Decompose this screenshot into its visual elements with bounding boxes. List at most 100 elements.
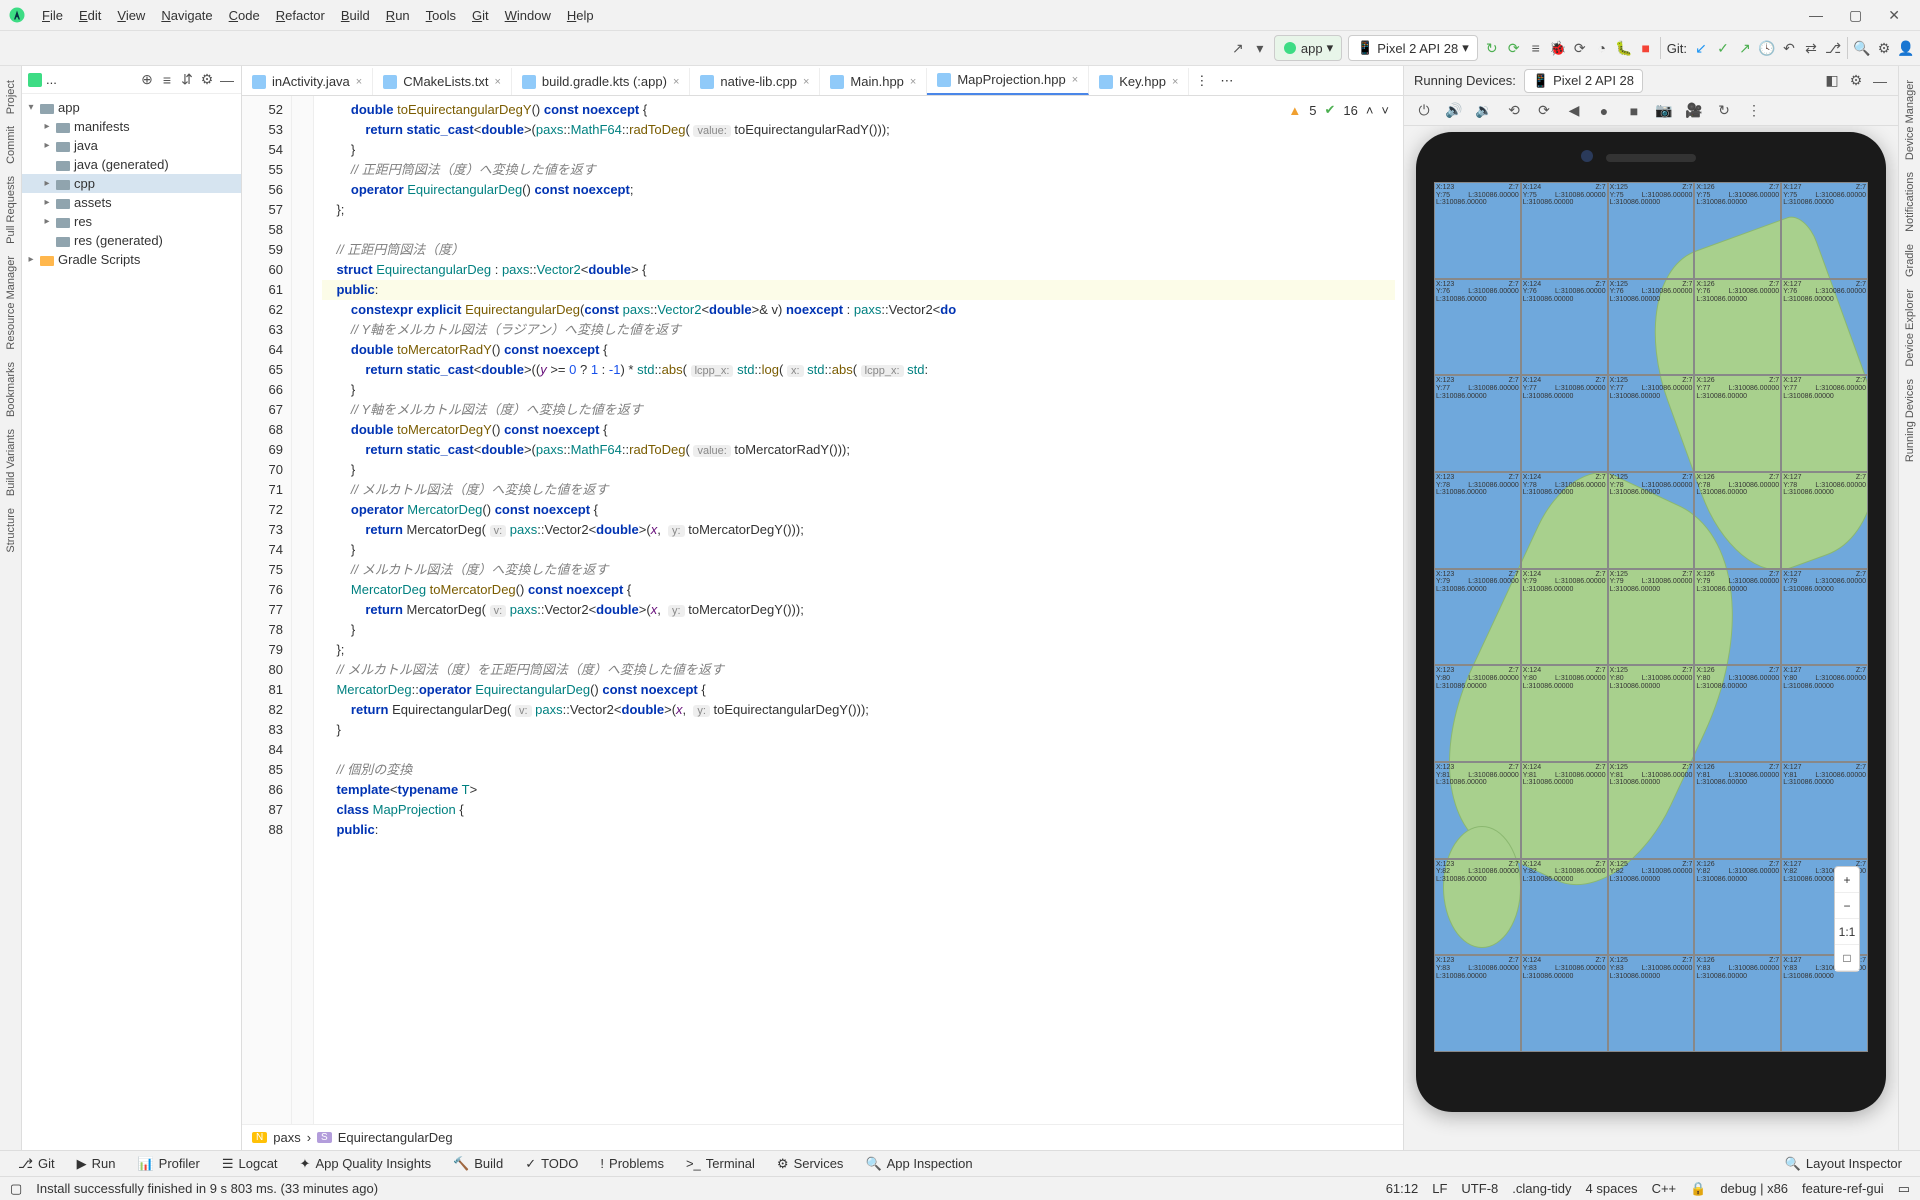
back-icon[interactable]: ◀ — [1566, 103, 1582, 119]
dropdown-icon[interactable]: ▾ — [1252, 40, 1268, 56]
sync-icon[interactable]: ↗ — [1230, 40, 1246, 56]
record-icon[interactable]: 🎥 — [1686, 103, 1702, 119]
left-tab-build-variants[interactable]: Build Variants — [3, 423, 19, 502]
right-tab-device-manager[interactable]: Device Manager — [1902, 74, 1918, 166]
right-tab-running-devices[interactable]: Running Devices — [1902, 373, 1918, 468]
inspection-widget[interactable]: ▲5 ✔16 ˄ ˅ — [1282, 100, 1395, 120]
git-commit-icon[interactable]: ✓ — [1715, 40, 1731, 56]
screenshot-icon[interactable]: 📷 — [1656, 103, 1672, 119]
bottom-tab-services[interactable]: ⚙Services — [767, 1153, 854, 1175]
overview-icon[interactable]: ■ — [1626, 103, 1642, 119]
menu-code[interactable]: Code — [221, 4, 268, 27]
window-icon[interactable]: ◧ — [1824, 73, 1840, 89]
window-minimize[interactable]: — — [1797, 1, 1835, 29]
rollback-icon[interactable]: ↶ — [1781, 40, 1797, 56]
run-config-selector[interactable]: app ▾ — [1274, 35, 1342, 61]
right-tab-notifications[interactable]: Notifications — [1902, 166, 1918, 238]
rotate-right-icon[interactable]: ⟳ — [1536, 103, 1552, 119]
menu-git[interactable]: Git — [464, 4, 497, 27]
bottom-tab-build[interactable]: 🔨Build — [443, 1153, 513, 1175]
editor-tab-key-hpp[interactable]: Key.hpp× — [1089, 68, 1189, 95]
window-maximize[interactable]: ▢ — [1837, 1, 1874, 30]
line-ending[interactable]: LF — [1432, 1181, 1447, 1196]
editor-tab-inactivity-java[interactable]: inActivity.java× — [242, 68, 373, 95]
settings-icon[interactable]: ⚙ — [1876, 40, 1892, 56]
rotate-left-icon[interactable]: ⟲ — [1506, 103, 1522, 119]
bottom-tab-run[interactable]: ▶Run — [67, 1153, 126, 1175]
language[interactable]: C++ — [1652, 1181, 1677, 1196]
editor-tab-main-hpp[interactable]: Main.hpp× — [820, 68, 927, 95]
account-icon[interactable]: 👤 — [1898, 40, 1914, 56]
volume-down-icon[interactable]: 🔉 — [1476, 103, 1492, 119]
menu-run[interactable]: Run — [378, 4, 418, 27]
bottom-tab-logcat[interactable]: ☰Logcat — [212, 1153, 288, 1175]
left-tab-structure[interactable]: Structure — [3, 502, 19, 559]
encoding[interactable]: UTF-8 — [1461, 1181, 1498, 1196]
stop-button[interactable]: ■ — [1638, 40, 1654, 56]
device-selector[interactable]: 📱 Pixel 2 API 28 ▾ — [1348, 35, 1478, 61]
reload-icon[interactable]: ↻ — [1716, 103, 1732, 119]
close-icon[interactable]: × — [803, 76, 809, 88]
menu-edit[interactable]: Edit — [71, 4, 109, 27]
tree-item-manifests[interactable]: ▸manifests — [22, 117, 241, 136]
bottom-tab-git[interactable]: ⎇Git — [8, 1153, 65, 1175]
bottom-tab-profiler[interactable]: 📊Profiler — [127, 1153, 209, 1175]
tree-item-assets[interactable]: ▸assets — [22, 193, 241, 212]
breadcrumb[interactable]: N paxs › S EquirectangularDeg — [242, 1124, 1403, 1150]
left-tab-resource-manager[interactable]: Resource Manager — [3, 250, 19, 356]
tree-item-cpp[interactable]: ▸cpp — [22, 174, 241, 193]
bottom-tab-terminal[interactable]: >_Terminal — [676, 1153, 765, 1175]
debug-button[interactable]: 🐞 — [1550, 40, 1566, 56]
menu-window[interactable]: Window — [497, 4, 559, 27]
history-icon[interactable]: 🕓 — [1759, 40, 1775, 56]
tree-item-java-generated-[interactable]: java (generated) — [22, 155, 241, 174]
close-icon[interactable]: × — [1172, 76, 1178, 88]
branches-icon[interactable]: ⎇ — [1825, 40, 1841, 56]
menu-file[interactable]: File — [34, 4, 71, 27]
tree-item-res[interactable]: ▸res — [22, 212, 241, 231]
power-icon[interactable]: ⏻ — [1416, 103, 1432, 119]
right-tab-gradle[interactable]: Gradle — [1902, 238, 1918, 283]
git-update-icon[interactable]: ↙ — [1693, 40, 1709, 56]
bottom-tab-app-inspection[interactable]: 🔍App Inspection — [855, 1153, 982, 1175]
chevron-down-icon[interactable]: ˅ — [1381, 103, 1389, 118]
menu-tools[interactable]: Tools — [418, 4, 464, 27]
editor-tab-native-lib-cpp[interactable]: native-lib.cpp× — [690, 68, 820, 95]
zoom-fit-button[interactable]: □ — [1835, 945, 1859, 971]
zoom-reset-button[interactable]: 1:1 — [1835, 919, 1859, 945]
menu-navigate[interactable]: Navigate — [153, 4, 220, 27]
git-push-icon[interactable]: ↗ — [1737, 40, 1753, 56]
tree-item-java[interactable]: ▸java — [22, 136, 241, 155]
left-tab-bookmarks[interactable]: Bookmarks — [3, 356, 19, 423]
attach-debugger-icon[interactable]: ≡ — [1528, 40, 1544, 56]
indent[interactable]: 4 spaces — [1586, 1181, 1638, 1196]
close-icon[interactable]: × — [673, 76, 679, 88]
editor-tab-cmakelists-txt[interactable]: CMakeLists.txt× — [373, 68, 512, 95]
volume-up-icon[interactable]: 🔊 — [1446, 103, 1462, 119]
menu-view[interactable]: View — [109, 4, 153, 27]
right-tab-device-explorer[interactable]: Device Explorer — [1902, 283, 1918, 373]
tree-item-gradle-scripts[interactable]: ▸Gradle Scripts — [22, 250, 241, 269]
breadcrumb-struct[interactable]: EquirectangularDeg — [338, 1130, 453, 1145]
bottom-tab-app-quality-insights[interactable]: ✦App Quality Insights — [290, 1153, 442, 1175]
editor-tab-mapprojection-hpp[interactable]: MapProjection.hpp× — [927, 66, 1089, 95]
left-tab-commit[interactable]: Commit — [3, 120, 19, 170]
bottom-tab-problems[interactable]: !Problems — [590, 1153, 674, 1175]
menu-help[interactable]: Help — [559, 4, 602, 27]
bottom-tab-todo[interactable]: ✓TODO — [515, 1153, 588, 1175]
tabs-options[interactable]: ⋯ — [1214, 67, 1239, 95]
cursor-position[interactable]: 61:12 — [1386, 1181, 1419, 1196]
menu-build[interactable]: Build — [333, 4, 378, 27]
lint-profile[interactable]: .clang-tidy — [1512, 1181, 1571, 1196]
memory-indicator[interactable]: ▭ — [1898, 1181, 1910, 1197]
coverage-icon[interactable]: ⟳ — [1572, 40, 1588, 56]
tree-item-res-generated-[interactable]: res (generated) — [22, 231, 241, 250]
settings-icon[interactable]: ⚙ — [1848, 73, 1864, 89]
close-icon[interactable]: × — [356, 76, 362, 88]
layout-inspector-tab[interactable]: 🔍 Layout Inspector — [1775, 1153, 1912, 1175]
hide-icon[interactable]: — — [1872, 73, 1888, 89]
close-icon[interactable]: × — [494, 76, 500, 88]
profiler-icon[interactable]: ◔ — [1594, 40, 1610, 56]
close-icon[interactable]: × — [1072, 74, 1078, 86]
tabs-overflow[interactable]: ⋮ — [1189, 67, 1214, 95]
